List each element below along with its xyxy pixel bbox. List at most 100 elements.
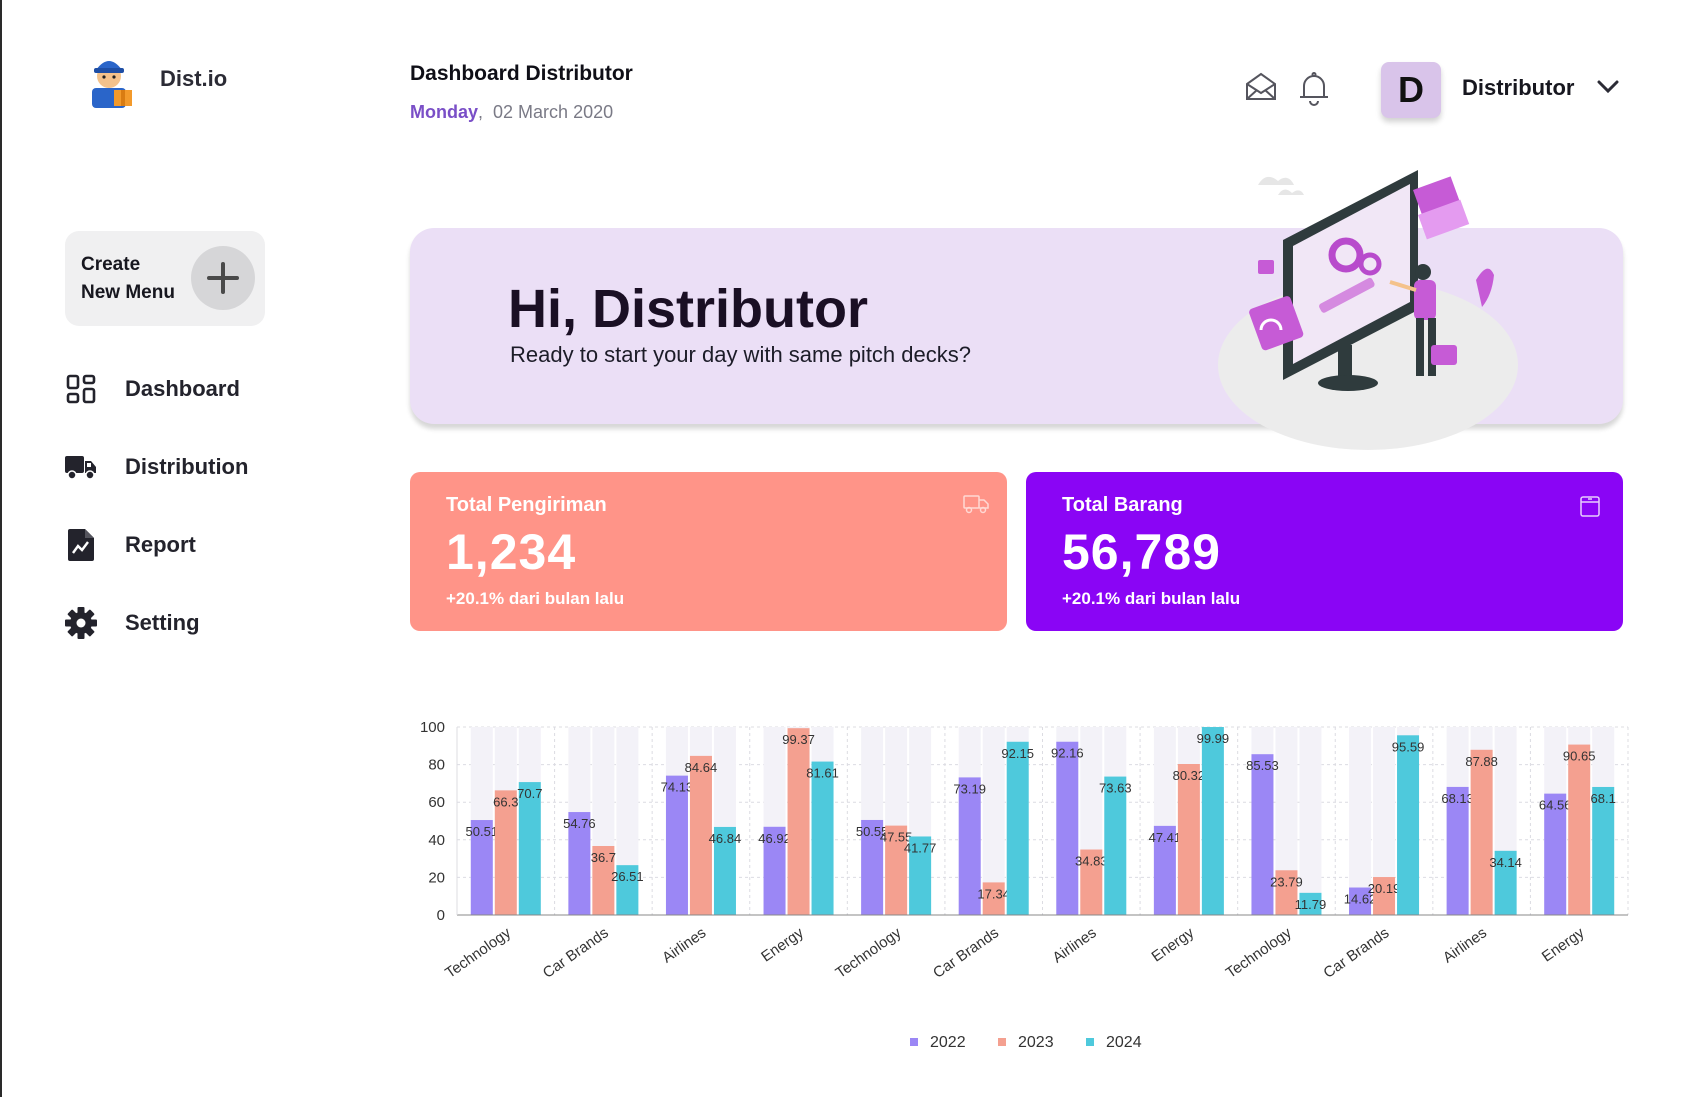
data-label: 68.1 [1591, 791, 1616, 806]
data-label: 84.64 [685, 760, 718, 775]
data-label: 11.79 [1295, 897, 1327, 912]
data-label: 80.32 [1173, 768, 1206, 783]
box-icon [1579, 494, 1605, 517]
x-tick-label: Technology [833, 924, 905, 982]
mail-icon[interactable] [1244, 70, 1282, 108]
data-label: 68.13 [1441, 791, 1474, 806]
legend-label: 2022 [930, 1034, 966, 1051]
data-label: 92.16 [1051, 746, 1084, 761]
create-menu-label: Create New Menu [81, 253, 175, 303]
x-tick-label: Energy [1539, 924, 1588, 965]
card-title: Total Barang [1062, 494, 1183, 516]
sidebar-item-label: Dashboard [125, 376, 240, 401]
sidebar-item-label: Distribution [125, 454, 249, 479]
data-label: 54.76 [563, 816, 596, 831]
total-items-card: Total Barang 56,789 +20.1% dari bulan la… [1026, 472, 1623, 631]
data-label: 85.53 [1246, 758, 1279, 773]
plus-icon [191, 246, 255, 310]
bar [665, 775, 688, 915]
data-label: 73.63 [1099, 781, 1132, 796]
legend-label: 2024 [1106, 1034, 1142, 1051]
truck-icon [963, 494, 989, 516]
bar [1056, 741, 1079, 915]
bar [811, 761, 834, 915]
bar [1446, 786, 1469, 915]
x-tick-label: Airlines [659, 924, 709, 966]
chevron-down-icon[interactable] [1597, 80, 1619, 99]
card-trend: +20.1% dari bulan lalu [1062, 589, 1241, 608]
bar [1397, 735, 1420, 915]
create-menu-button[interactable]: Create New Menu [65, 231, 265, 326]
window-edge [0, 0, 2, 1097]
card-value: 1,234 [446, 524, 577, 580]
data-label: 46.84 [709, 831, 742, 846]
sidebar-item-dashboard[interactable]: Dashboard [65, 370, 248, 408]
gear-icon [65, 607, 97, 639]
y-tick-label: 60 [428, 794, 445, 811]
data-label: 70.7 [517, 786, 542, 801]
bell-icon[interactable] [1296, 70, 1334, 108]
data-label: 66.3 [493, 794, 518, 809]
data-label: 92.15 [1001, 746, 1034, 761]
data-label: 34.14 [1489, 855, 1522, 870]
data-label: 41.77 [904, 840, 937, 855]
data-label: 73.19 [953, 781, 986, 796]
distribution-bar-chart: 0 20 40 60 80 100 50.51 66.3 70.7 Technology 54.76… [410, 715, 1640, 1060]
x-tick-label: Technology [1223, 924, 1295, 982]
data-label: 17.34 [977, 886, 1010, 901]
x-tick-label: Airlines [1440, 924, 1490, 966]
bar [1006, 741, 1029, 915]
data-label: 64.56 [1539, 798, 1572, 813]
data-label: 34.83 [1075, 854, 1108, 869]
x-tick-label: Energy [758, 924, 807, 965]
app-logo[interactable]: Dist.io [78, 48, 227, 110]
header-date-text: 02 March 2020 [493, 102, 614, 122]
bar [518, 782, 541, 915]
user-name[interactable]: Distributor [1462, 75, 1574, 101]
sidebar-item-report[interactable]: Report [65, 526, 248, 564]
welcome-title: Hi, Distributor [508, 279, 868, 339]
bar [1592, 786, 1615, 915]
data-label: 90.65 [1563, 749, 1596, 764]
bar [1201, 727, 1224, 915]
avatar[interactable]: D [1381, 62, 1441, 118]
bar-lane [1299, 727, 1322, 915]
data-label: 99.99 [1197, 731, 1230, 746]
page-title: Dashboard Distributor [410, 62, 633, 85]
data-label: 87.88 [1465, 754, 1498, 769]
data-label: 36.7 [591, 850, 616, 865]
x-tick-label: Car Brands [1320, 924, 1392, 981]
data-label: 74.13 [661, 780, 694, 795]
sidebar-item-distribution[interactable]: Distribution [65, 448, 248, 486]
x-tick-label: Car Brands [540, 924, 612, 981]
card-trend: +20.1% dari bulan lalu [446, 589, 625, 608]
y-tick-label: 80 [428, 757, 445, 774]
card-value: 56,789 [1062, 524, 1221, 580]
data-label: 50.51 [466, 824, 499, 839]
data-label: 23.79 [1270, 874, 1303, 889]
data-label: 95.59 [1392, 739, 1425, 754]
legend-label: 2023 [1018, 1034, 1054, 1051]
data-label: 26.51 [611, 869, 644, 884]
grid-icon [65, 373, 97, 405]
data-label: 46.92 [758, 831, 791, 846]
sidebar-nav: Dashboard Distribution Report Setting [65, 370, 248, 682]
sidebar-item-setting[interactable]: Setting [65, 604, 248, 642]
header-day: Monday [410, 102, 479, 122]
legend-swatch [998, 1038, 1006, 1046]
bar [1177, 763, 1200, 915]
bar-chart-svg: 0 20 40 60 80 100 50.51 66.370.7 Technology 54.76… [420, 719, 1629, 1051]
sidebar-item-label: Setting [125, 610, 200, 635]
x-tick-label: Car Brands [930, 924, 1002, 981]
header-date: Monday, 02 March 2020 [410, 102, 614, 122]
bar [1568, 744, 1591, 915]
courier-mascot-icon [78, 48, 140, 110]
report-icon [65, 529, 97, 561]
data-label: 81.61 [806, 766, 839, 781]
total-shipments-card: Total Pengiriman 1,234 +20.1% dari bulan… [410, 472, 1007, 631]
card-title: Total Pengiriman [446, 494, 607, 516]
y-tick-label: 40 [428, 832, 445, 849]
y-tick-label: 0 [437, 907, 445, 924]
bar [1104, 776, 1127, 915]
app-name: Dist.io [160, 66, 228, 91]
